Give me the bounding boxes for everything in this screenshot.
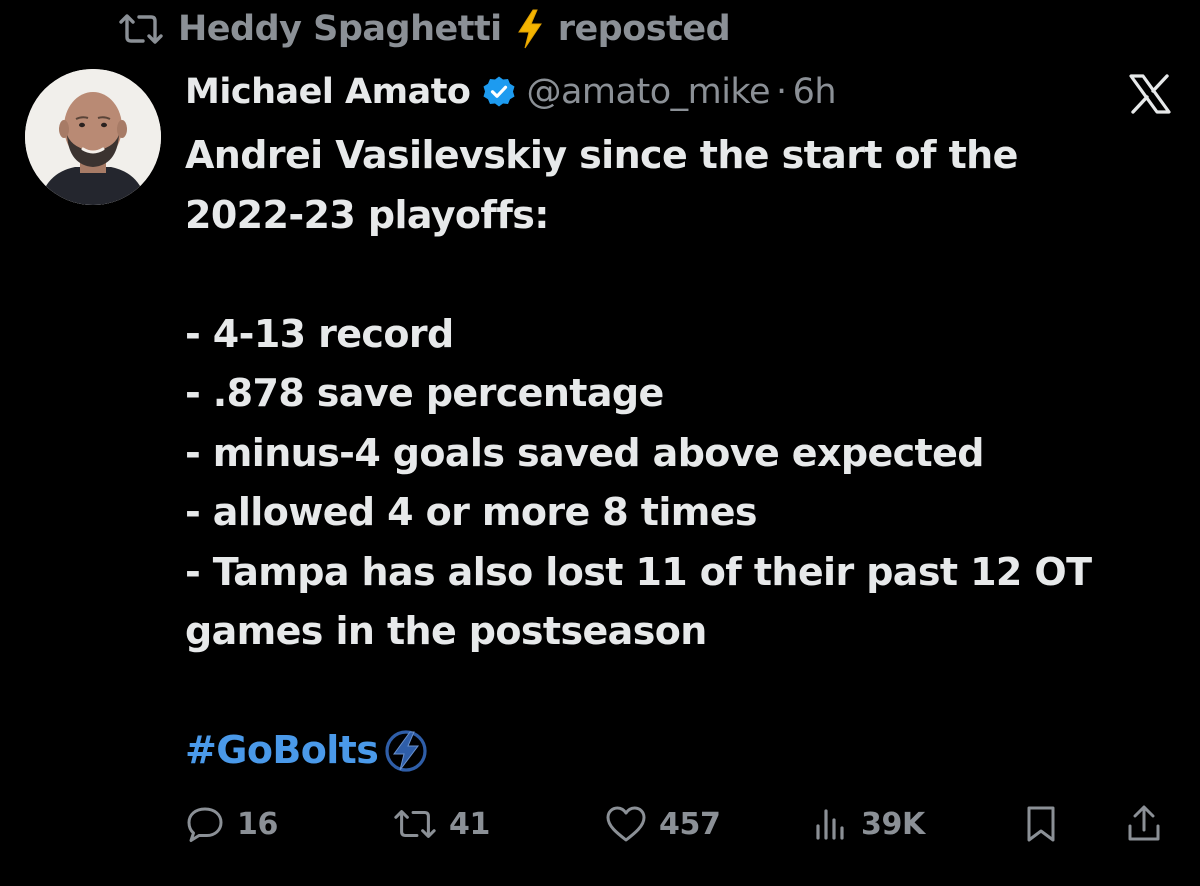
views-icon	[813, 806, 849, 842]
post-line: Andrei Vasilevskiy since the start of th…	[185, 133, 1018, 177]
like-count: 457	[659, 806, 721, 842]
post-line-blank	[185, 662, 1165, 722]
reply-button[interactable]: 16	[185, 796, 278, 852]
views-button[interactable]: 39K	[813, 796, 925, 852]
action-bar: 16 41 457 39K	[185, 796, 1175, 852]
avatar[interactable]	[25, 69, 161, 205]
repost-icon	[118, 12, 164, 46]
post-card[interactable]: Heddy Spaghetti reposted Michael Amato @…	[0, 0, 1200, 886]
reposter-name[interactable]: Heddy Spaghetti	[178, 9, 502, 49]
repost-label: reposted	[557, 9, 731, 49]
reply-icon	[185, 805, 225, 843]
post-line: - .878 save percentage	[185, 371, 664, 415]
repost-header: Heddy Spaghetti reposted	[118, 4, 731, 54]
author-handle[interactable]: @amato_mike	[526, 72, 770, 112]
post-line: - Tampa has also lost 11 of their past 1…	[185, 549, 1092, 594]
like-button[interactable]: 457	[605, 796, 721, 852]
views-count: 39K	[861, 806, 925, 842]
repost-icon	[393, 807, 437, 841]
author-separator: ·	[775, 72, 787, 112]
repost-count: 41	[449, 806, 490, 842]
post-line: - allowed 4 or more 8 times	[185, 490, 758, 534]
reply-count: 16	[237, 806, 278, 842]
post-line: 2022-23 playoffs:	[185, 192, 550, 237]
bookmark-icon	[1023, 804, 1059, 844]
post-line: - 4-13 record	[185, 311, 454, 356]
hashtag-link[interactable]: #GoBolts	[185, 721, 379, 781]
heart-icon	[605, 805, 647, 843]
lightning-logo-emoji	[380, 728, 432, 774]
post-line: games in the postseason	[185, 609, 707, 653]
lightning-bolt-emoji	[516, 9, 544, 49]
author-line: Michael Amato @amato_mike · 6h	[185, 66, 837, 118]
post-line: - minus-4 goals saved above expected	[185, 430, 984, 475]
repost-button[interactable]: 41	[393, 796, 490, 852]
post-timestamp[interactable]: 6h	[793, 72, 837, 112]
verified-badge-icon	[482, 75, 516, 109]
share-button[interactable]	[1125, 796, 1163, 852]
author-name[interactable]: Michael Amato	[185, 72, 471, 112]
x-logo-icon	[1128, 73, 1172, 115]
bookmark-button[interactable]	[1023, 796, 1059, 852]
post-text: Andrei Vasilevskiy since the start of th…	[185, 126, 1165, 781]
hashtag-line: #GoBolts	[185, 721, 1165, 781]
share-icon	[1125, 804, 1163, 844]
post-line-blank	[185, 245, 1165, 305]
